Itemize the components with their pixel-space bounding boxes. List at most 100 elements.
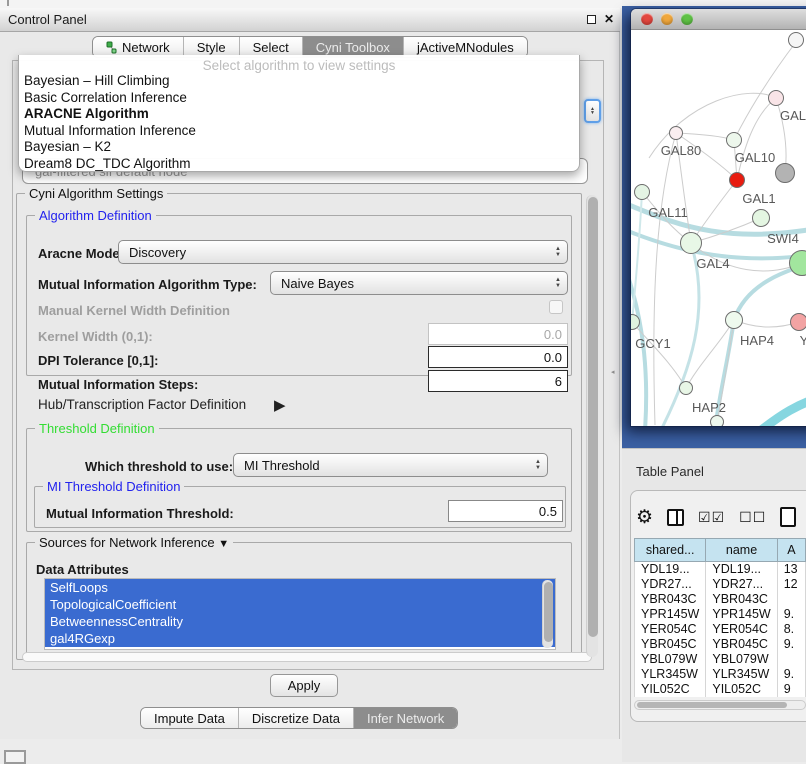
control-panel-title: Control Panel (0, 12, 87, 27)
tab-select[interactable]: Select (240, 37, 303, 57)
table-cell (777, 592, 805, 607)
table-row[interactable]: YBL079WYBL079W (635, 652, 806, 667)
collapse-right-icon[interactable]: ▶ (274, 396, 286, 414)
splitter-handle[interactable]: ◂ (611, 370, 616, 376)
collapse-down-icon[interactable]: ▼ (218, 538, 229, 550)
gear-icon[interactable]: ⚙ (636, 506, 653, 529)
tab-jactivemnodules[interactable]: jActiveMNodules (404, 37, 527, 57)
kernel-width-value: 0.0 (544, 327, 562, 342)
table-cell: YPR145W (706, 607, 777, 622)
tab-infer-network[interactable]: Infer Network (354, 708, 457, 728)
table-row[interactable]: YPR145WYPR145W9. (635, 607, 806, 622)
mi-steps-field[interactable]: 6 (428, 370, 568, 392)
node-label-gal: GAL (780, 108, 806, 123)
deselect-all-icon[interactable]: ☐☐ (739, 509, 766, 526)
network-node-gal[interactable] (768, 90, 784, 106)
aracne-mode-combo[interactable]: Discovery ▲▼ (118, 240, 568, 264)
apply-button-label: Apply (288, 678, 321, 693)
network-node[interactable] (725, 311, 743, 329)
network-node[interactable] (680, 232, 702, 254)
mi-threshold-field[interactable]: 0.5 (448, 500, 563, 522)
mi-algorithm-type-combo[interactable]: Naive Bayes ▲▼ (270, 271, 568, 295)
zoom-traffic-light-icon[interactable] (681, 13, 693, 25)
which-threshold-label: Which threshold to use: (85, 459, 233, 474)
tab-network[interactable]: Network (93, 37, 184, 57)
mi-threshold-label: Mutual Information Threshold: (46, 506, 234, 521)
table-cell: YIL052C (635, 682, 706, 697)
network-node[interactable] (726, 132, 742, 148)
table-row[interactable]: YER054CYER054C8. (635, 622, 806, 637)
network-node[interactable] (775, 163, 795, 183)
tab-impute-data[interactable]: Impute Data (141, 708, 239, 728)
algorithm-option[interactable]: Mutual Information Inference (19, 123, 579, 140)
data-attribute-item[interactable]: BetweennessCentrality (45, 613, 555, 630)
mi-steps-value: 6 (555, 374, 562, 389)
table-row[interactable]: YIL052CYIL052C9 (635, 682, 806, 697)
minimize-traffic-light-icon[interactable] (661, 13, 673, 25)
column-header[interactable]: shared... (635, 539, 706, 562)
select-all-icon[interactable]: ☑☑ (698, 509, 725, 526)
table-row[interactable]: YDL19...YDL19...13 (635, 562, 806, 577)
aracne-mode-label: Aracne Mode: (38, 246, 124, 261)
network-node[interactable] (729, 172, 745, 188)
new-table-icon[interactable] (780, 507, 796, 527)
network-node[interactable] (634, 184, 650, 200)
column-header[interactable]: A (777, 539, 805, 562)
table-cell: YBR045C (635, 637, 706, 652)
which-threshold-combo[interactable]: MI Threshold ▲▼ (233, 453, 548, 477)
algorithm-option[interactable]: ARACNE Algorithm (19, 106, 579, 123)
node-table[interactable]: shared...nameAYDL19...YDL19...13YDR27...… (634, 538, 806, 697)
table-row[interactable]: YBR045CYBR045C9. (635, 637, 806, 652)
tab-style[interactable]: Style (184, 37, 240, 57)
sources-hscrollbar[interactable] (22, 652, 592, 662)
network-edges (631, 30, 806, 426)
network-node[interactable] (669, 126, 683, 140)
algorithm-option[interactable]: Bayesian – K2 (19, 139, 579, 156)
attributes-scrollbar[interactable] (542, 580, 553, 648)
tab-discretize-data[interactable]: Discretize Data (239, 708, 354, 728)
float-window-icon[interactable] (587, 15, 596, 24)
data-attributes-list[interactable]: SelfLoopsTopologicalCoefficientBetweenne… (44, 578, 556, 650)
threshold-definition-title: Threshold Definition (35, 421, 159, 436)
table-row[interactable]: YBR043CYBR043C (635, 592, 806, 607)
network-canvas[interactable]: GALGAL80GAL10GAL11GAL1SWI4GAL4HAP4YGCY1H… (631, 30, 806, 426)
tab-cyni-toolbox[interactable]: Cyni Toolbox (303, 37, 404, 57)
apply-button[interactable]: Apply (270, 674, 338, 697)
table-cell: YBL079W (706, 652, 777, 667)
table-row[interactable]: YLR345WYLR345W9. (635, 667, 806, 682)
algorithm-option[interactable]: Dream8 DC_TDC Algorithm (19, 156, 579, 173)
dpi-tolerance-field[interactable]: 0.0 (428, 346, 568, 368)
settings-scrollbar[interactable] (586, 195, 598, 657)
spinner-icon: ▲▼ (549, 278, 567, 289)
column-header[interactable]: name (706, 539, 777, 562)
node-label-gal1: GAL1 (742, 191, 775, 206)
network-node[interactable] (679, 381, 693, 395)
data-attribute-item[interactable]: SelfLoops (45, 579, 555, 596)
table-row[interactable]: YDR27...YDR27...12 (635, 577, 806, 592)
kernel-width-field[interactable]: 0.0 (428, 323, 568, 345)
close-traffic-light-icon[interactable] (641, 13, 653, 25)
network-node[interactable] (790, 313, 806, 331)
table-cell: 13 (777, 562, 805, 577)
mi-steps-label: Mutual Information Steps: (38, 377, 198, 392)
algorithm-option[interactable]: Bayesian – Hill Climbing (19, 73, 579, 90)
table-hscrollbar[interactable] (634, 700, 806, 710)
algorithm-option[interactable]: Basic Correlation Inference (19, 90, 579, 107)
table-toolbar: ⚙ ☑☑ ☐☐ (636, 500, 806, 534)
hub-section-label[interactable]: Hub/Transcription Factor Definition (38, 397, 246, 412)
network-window-titlebar[interactable] (631, 9, 806, 30)
close-icon[interactable]: ✕ (604, 12, 614, 26)
manual-kernel-checkbox[interactable] (549, 300, 563, 314)
network-node[interactable] (710, 415, 724, 426)
table-cell: YER054C (706, 622, 777, 637)
data-attribute-item[interactable]: gal4RGexp (45, 630, 555, 647)
network-node[interactable] (752, 209, 770, 227)
data-attribute-item[interactable]: TopologicalCoefficient (45, 596, 555, 613)
network-node[interactable] (788, 32, 804, 48)
inference-algorithm-combo-button[interactable]: ▲▼ (584, 99, 601, 123)
algorithm-dropdown-popup: Select algorithm to view settings Bayesi… (18, 55, 580, 172)
top-edge-fragment (7, 0, 9, 6)
columns-icon[interactable] (667, 509, 684, 526)
mi-threshold-definition-title: MI Threshold Definition (43, 479, 184, 494)
network-edge (661, 243, 699, 426)
